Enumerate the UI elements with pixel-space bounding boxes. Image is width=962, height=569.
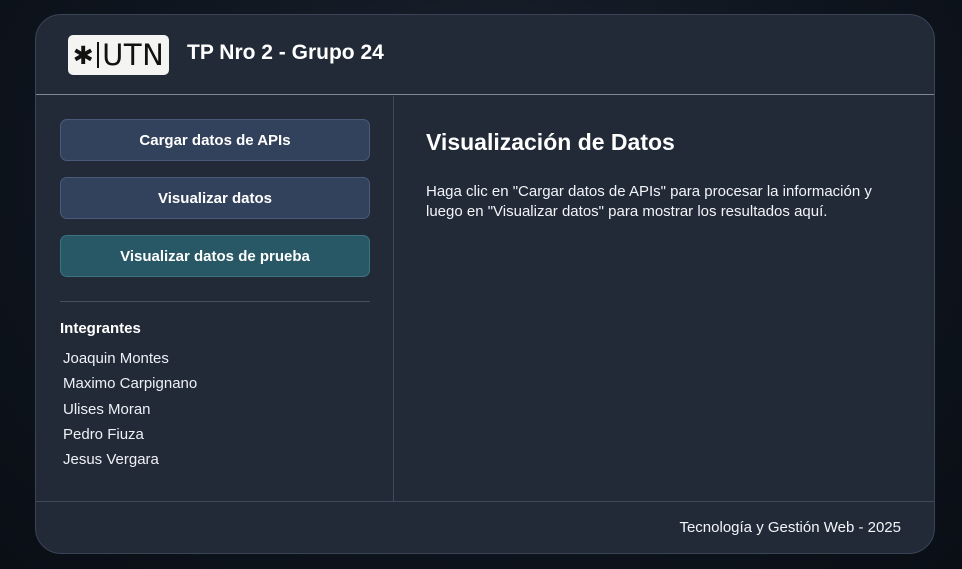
utn-emblem-icon: ✱ <box>72 40 95 70</box>
main-instructions: Haga clic en "Cargar datos de APIs" para… <box>426 183 872 220</box>
footer-text: Tecnología y Gestión Web - 2025 <box>679 519 901 536</box>
members-heading: Integrantes <box>60 320 141 337</box>
members-list: Joaquin Montes Maximo Carpignano Ulises … <box>63 349 197 475</box>
sidebar: Cargar datos de APIs Visualizar datos Vi… <box>36 96 394 501</box>
member-item: Pedro Fiuza <box>63 425 144 443</box>
logo-divider <box>97 42 100 68</box>
page-title: TP Nro 2 - Grupo 24 <box>187 41 384 64</box>
footer: Tecnología y Gestión Web - 2025 <box>36 501 934 553</box>
load-api-data-button[interactable]: Cargar datos de APIs <box>60 119 370 161</box>
app-panel: ✱ UTN TP Nro 2 - Grupo 24 Cargar datos de… <box>35 14 935 554</box>
utn-logo: ✱ UTN <box>68 35 169 75</box>
logo-text: UTN <box>102 38 165 72</box>
sidebar-divider <box>60 301 370 302</box>
header: ✱ UTN TP Nro 2 - Grupo 24 <box>36 15 934 95</box>
main-title: Visualización de Datos <box>426 129 675 155</box>
main-content: Visualización de Datos Haga clic en "Car… <box>395 96 934 501</box>
member-item: Jesus Vergara <box>63 451 159 469</box>
member-item: Ulises Moran <box>63 400 151 418</box>
visualize-test-data-button[interactable]: Visualizar datos de prueba <box>60 235 370 277</box>
member-item: Maximo Carpignano <box>63 375 198 393</box>
visualize-data-button[interactable]: Visualizar datos <box>60 177 370 219</box>
member-item: Joaquin Montes <box>63 350 169 367</box>
